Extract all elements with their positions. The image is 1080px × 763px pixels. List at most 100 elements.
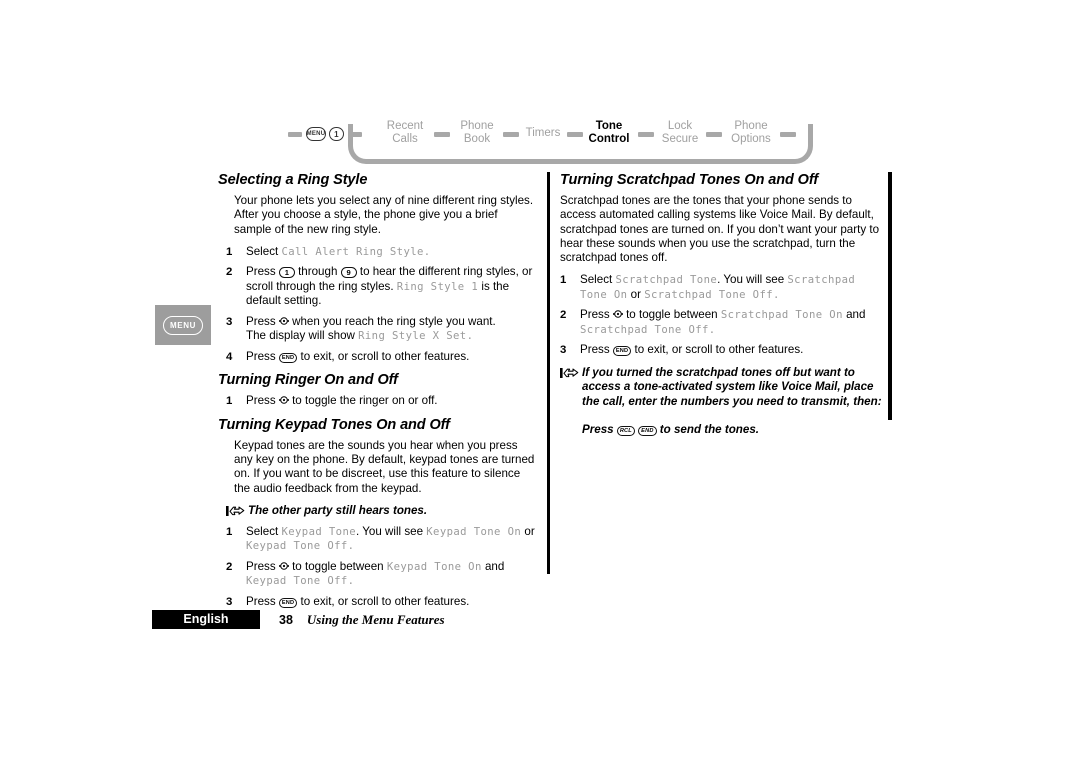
step-text: or: [627, 287, 645, 301]
step-item: 2 Press 1 through 9 to hear the different…: [226, 265, 535, 309]
menu-map-dash: [348, 132, 362, 137]
steps-scratchpad-tones: 1 Select Scratchpad Tone. You will see Sc…: [560, 273, 885, 358]
left-column: Selecting a Ring Style Your phone lets y…: [150, 172, 535, 617]
step-item: 1 Press to toggle the ringer on or off.: [226, 394, 535, 409]
step-text: Select: [580, 273, 616, 287]
lcd-text: .: [423, 245, 431, 258]
step-item: 2 Press to toggle between Scratchpad Tone…: [560, 308, 885, 337]
step-text: to toggle between: [622, 308, 721, 322]
tip-text: The other party still hears tones.: [248, 504, 428, 518]
menu-map-label-line1: Phone: [734, 120, 768, 132]
step-text: and: [842, 308, 866, 322]
menu-map-label-line1: Lock: [667, 120, 693, 132]
step-text: . You will see: [717, 273, 788, 287]
step-subline-text: The display will show: [246, 329, 359, 343]
manual-page: MENU 1 Recent Calls Phone Book Timers To…: [0, 0, 1080, 763]
select-key-icon: [278, 395, 289, 405]
step-text: to toggle between: [288, 559, 387, 573]
menu-map-label-line1: Recent: [386, 120, 424, 132]
step-text: Press: [580, 343, 613, 357]
lcd-text: Keypad Tone Off: [246, 575, 348, 588]
end-key-icon: END: [278, 597, 298, 608]
menu-map-item-phone-options: Phone Options: [722, 120, 780, 146]
lcd-text: Keypad Tone Off: [246, 540, 348, 553]
step-item: 1 Select Scratchpad Tone. You will see Sc…: [560, 273, 885, 302]
menu-map-label-line2: Control: [588, 133, 630, 145]
digit-9-key-icon: 9: [340, 267, 357, 279]
step-number: 1: [560, 274, 567, 287]
step-item: 2 Press to toggle between Keypad Tone On …: [226, 560, 535, 589]
steps-keypad-tones: 1 Select Keypad Tone. You will see Keypad…: [226, 525, 535, 610]
select-key-icon: [612, 309, 623, 319]
step-text: Press: [246, 559, 279, 573]
end-key-icon: END: [278, 352, 298, 363]
lcd-text: Call Alert Ring Style: [281, 245, 424, 258]
steps-turning-ringer: 1 Press to toggle the ringer on or off.: [226, 394, 535, 409]
section-heading-scratchpad-tones: Turning Scratchpad Tones On and Off: [560, 172, 819, 188]
end-key-icon: END: [612, 346, 632, 357]
steps-selecting-ring-style: 1 Select Call Alert Ring Style. 2 Press 1 …: [226, 245, 535, 365]
menu-map-label-line1: Timers: [525, 127, 561, 139]
lcd-text: .: [466, 330, 474, 343]
menu-map-label-line2: Secure: [661, 133, 699, 145]
step-text: to toggle the ringer on or off.: [288, 394, 438, 408]
menu-map-dash: [638, 132, 654, 137]
step-number: 2: [560, 309, 567, 322]
step-number: 2: [226, 266, 233, 279]
step-number: 3: [226, 595, 233, 608]
lcd-text: Ring Style X Set: [358, 330, 467, 343]
recall-key-icon: RCL: [616, 426, 635, 437]
menu-map-label-line1: Tone: [595, 120, 623, 132]
menu-map-label-line2: Options: [731, 133, 771, 145]
footer-chapter-title: Using the Menu Features: [306, 611, 445, 627]
menu-map-item-lock-secure: Lock Secure: [654, 120, 706, 146]
step-text: to exit, or scroll to other features.: [631, 343, 804, 357]
section-heading-selecting-ring-style: Selecting a Ring Style: [218, 172, 368, 188]
step-number: 1: [226, 525, 233, 538]
section-body-selecting-ring-style: Your phone lets you select any of nine d…: [234, 194, 534, 236]
lcd-text: Scratchpad Tone Off: [644, 288, 774, 301]
tip-extra-text: to send the tones.: [656, 423, 759, 437]
lcd-text: Scratchpad Tone On: [720, 309, 843, 322]
select-key-icon: [278, 561, 289, 571]
step-item: 3 Press END to exit, or scroll to other f…: [226, 595, 535, 610]
select-key-icon: [278, 316, 289, 326]
step-item: 3 Press END to exit, or scroll to other f…: [560, 343, 885, 358]
step-text: Press: [246, 265, 279, 279]
step-item: 1 Select Call Alert Ring Style.: [226, 245, 535, 260]
menu-map-dash: [567, 132, 583, 137]
lcd-text: .: [708, 323, 716, 336]
step-subline: The display will show Ring Style X Set.: [246, 329, 535, 344]
step-text: Press: [246, 314, 279, 328]
section-body-scratchpad-tones: Scratchpad tones are the tones that your…: [560, 194, 880, 265]
section-heading-keypad-tones: Turning Keypad Tones On and Off: [218, 416, 450, 433]
menu-map-item-phone-book: Phone Book: [451, 120, 503, 146]
step-text: Press: [246, 594, 279, 608]
menu-map-dash: [434, 132, 450, 137]
footer-language-badge: English: [152, 610, 260, 629]
step-text: Select: [246, 244, 282, 258]
lcd-text: Scratchpad Tone Off: [580, 323, 709, 336]
end-key-icon: END: [638, 426, 657, 437]
page-footer: English 38 Using the Menu Features: [152, 610, 445, 629]
step-text: to exit, or scroll to other features.: [297, 349, 470, 363]
lcd-text: Keypad Tone On: [426, 525, 522, 538]
section-heading-turning-ringer: Turning Ringer On and Off: [218, 372, 398, 389]
menu-map-breadcrumb: MENU 1 Recent Calls Phone Book Timers To…: [288, 112, 833, 168]
lcd-text: Scratchpad Tone: [615, 274, 718, 287]
step-text: . You will see: [356, 524, 427, 538]
lcd-text: Keypad Tone: [281, 525, 357, 538]
section-body-keypad-tones: Keypad tones are the sounds you hear whe…: [234, 438, 535, 495]
lcd-text: .: [347, 540, 355, 553]
step-text: or: [521, 524, 535, 538]
step-number: 1: [226, 395, 233, 408]
step-number: 3: [226, 315, 233, 328]
menu-key: MENU: [306, 127, 326, 141]
step-text: through: [294, 265, 341, 279]
step-number: 3: [560, 344, 567, 357]
step-item: 4 Press END to exit, or scroll to other f…: [226, 350, 535, 365]
menu-map-dash: [503, 132, 519, 137]
lcd-text: .: [773, 288, 780, 301]
step-text: Press: [580, 308, 613, 322]
step-item: 3 Press when you reach the ring style you…: [226, 315, 535, 344]
